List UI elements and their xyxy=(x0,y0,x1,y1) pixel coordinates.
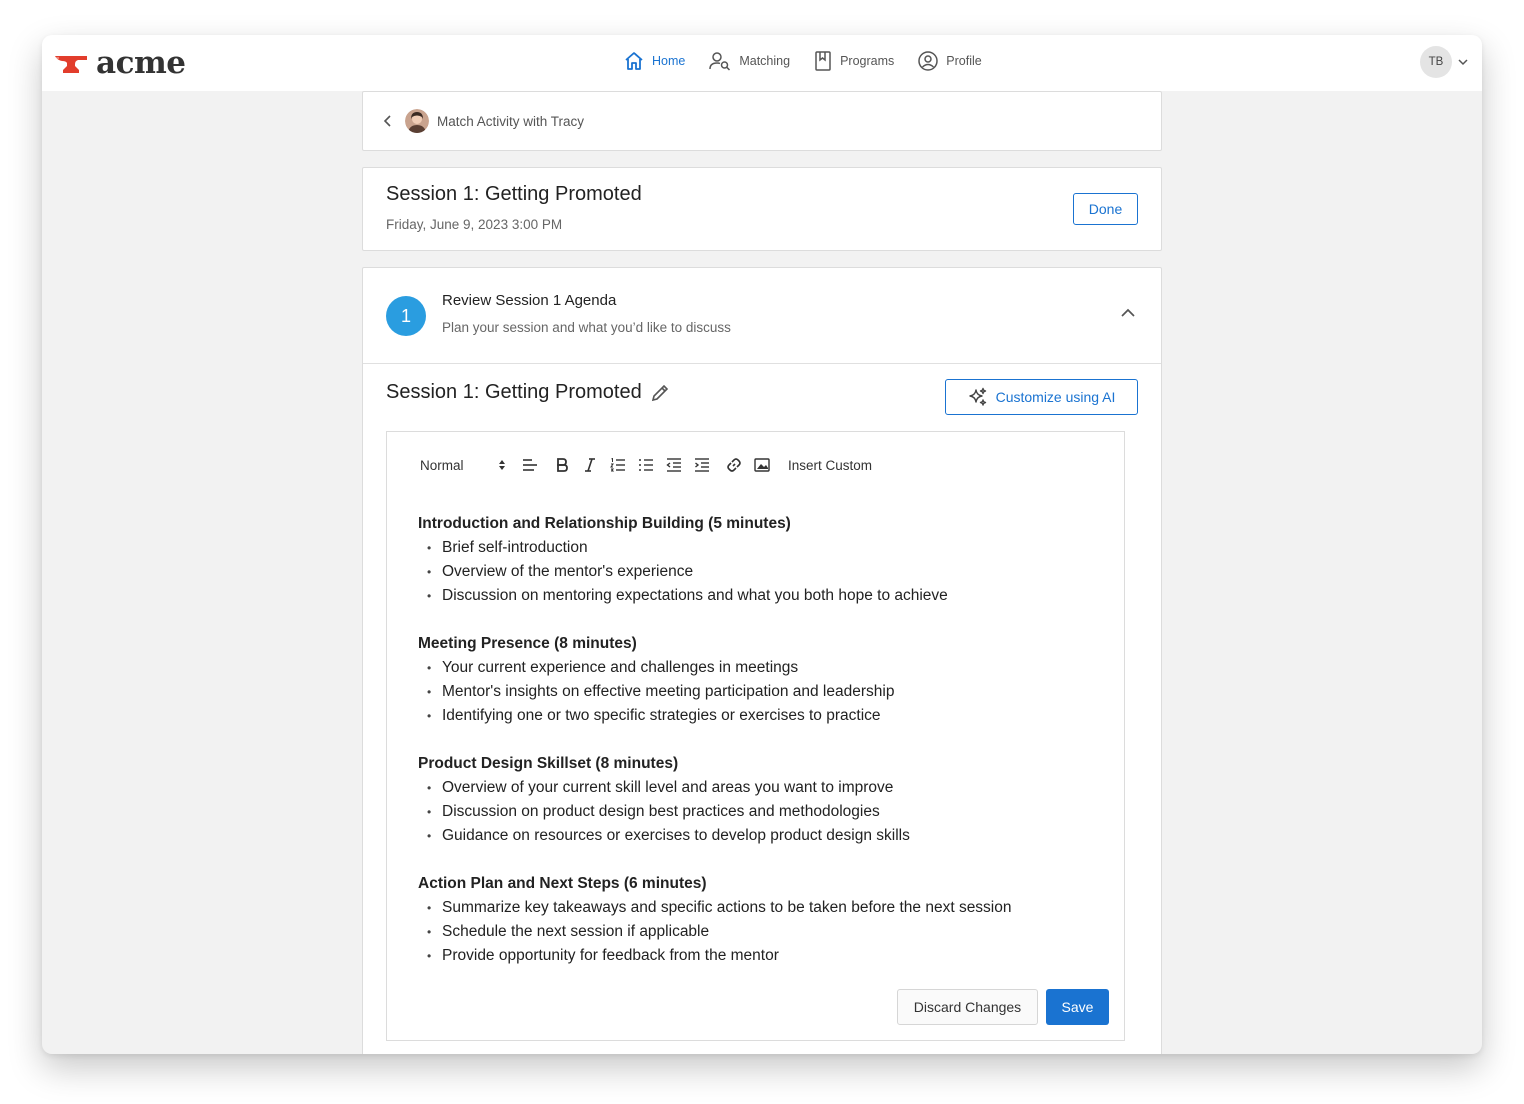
app-window: acme Home Matching Programs Profile TB M… xyxy=(42,35,1482,1054)
chevron-up-icon[interactable] xyxy=(1121,308,1135,318)
agenda-section: Meeting Presence (8 minutes) Your current… xyxy=(418,632,1108,728)
select-arrows-icon xyxy=(499,460,505,470)
format-select[interactable]: Normal xyxy=(420,458,510,473)
top-navigation-bar: acme Home Matching Programs Profile TB xyxy=(42,35,1482,91)
nav-label-home: Home xyxy=(652,54,686,68)
indent-icon xyxy=(695,458,709,472)
step-header[interactable]: 1 Review Session 1 Agenda Plan your sess… xyxy=(363,268,1161,364)
bullet-list-icon xyxy=(639,459,653,471)
image-icon xyxy=(754,458,770,472)
save-button[interactable]: Save xyxy=(1046,989,1109,1025)
agenda-bullet-item: Provide opportunity for feedback from th… xyxy=(418,944,1108,968)
editor-title-text: Session 1: Getting Promoted xyxy=(386,381,642,403)
chevron-left-icon xyxy=(383,115,391,127)
nav-item-matching[interactable]: Matching xyxy=(709,51,790,71)
agenda-bullet-list: Overview of your current skill level and… xyxy=(418,776,1108,848)
agenda-bullet-item: Identifying one or two specific strategi… xyxy=(418,704,1108,728)
agenda-bullet-list: Your current experience and challenges i… xyxy=(418,656,1108,728)
bookmark-icon xyxy=(815,51,831,71)
agenda-card: 1 Review Session 1 Agenda Plan your sess… xyxy=(362,267,1162,1054)
user-search-icon xyxy=(709,52,731,71)
home-icon xyxy=(625,52,643,70)
outdent-button[interactable] xyxy=(660,454,688,476)
customize-ai-button[interactable]: Customize using AI xyxy=(945,379,1138,415)
logo-text: acme xyxy=(96,45,186,81)
agenda-bullet-item: Your current experience and challenges i… xyxy=(418,656,1108,680)
italic-icon xyxy=(585,458,595,472)
acme-logo[interactable]: acme xyxy=(54,45,186,81)
anvil-logo-icon xyxy=(55,56,87,73)
ordered-list-icon xyxy=(610,458,625,472)
agenda-bullet-item: Guidance on resources or exercises to de… xyxy=(418,824,1108,848)
step-subtitle: Plan your session and what you’d like to… xyxy=(442,320,731,335)
back-button[interactable] xyxy=(383,115,393,127)
format-select-value: Normal xyxy=(420,457,464,473)
step-number-badge: 1 xyxy=(386,296,426,336)
agenda-bullet-item: Overview of your current skill level and… xyxy=(418,776,1108,800)
link-button[interactable] xyxy=(720,454,748,476)
agenda-bullet-item: Mentor's insights on effective meeting p… xyxy=(418,680,1108,704)
user-menu[interactable]: TB xyxy=(1420,46,1468,78)
agenda-section-heading: Introduction and Relationship Building (… xyxy=(418,515,791,532)
match-avatar-photo xyxy=(405,109,429,133)
indent-button[interactable] xyxy=(688,454,716,476)
bullet-list-button[interactable] xyxy=(632,454,660,476)
agenda-bullet-item: Schedule the next session if applicable xyxy=(418,920,1108,944)
editor-toolbar: Normal Insert Custom xyxy=(420,454,872,476)
customize-ai-label: Customize using AI xyxy=(995,389,1116,405)
agenda-section: Product Design Skillset (8 minutes) Overv… xyxy=(418,752,1108,848)
avatar[interactable]: TB xyxy=(1420,46,1452,78)
nav-label-matching: Matching xyxy=(739,54,791,68)
discard-changes-button[interactable]: Discard Changes xyxy=(897,989,1038,1025)
nav-label-programs: Programs xyxy=(840,54,895,68)
agenda-section: Introduction and Relationship Building (… xyxy=(418,512,1108,608)
agenda-bullet-item: Brief self-introduction xyxy=(418,536,1108,560)
rich-text-editor[interactable]: Normal Insert Custom Introduction and Re… xyxy=(386,431,1125,1041)
agenda-section-heading: Product Design Skillset (8 minutes) xyxy=(418,755,679,772)
editor-title: Session 1: Getting Promoted xyxy=(386,381,670,404)
pencil-icon[interactable] xyxy=(650,383,670,403)
session-header-card: Session 1: Getting Promoted Friday, June… xyxy=(362,167,1162,251)
done-button[interactable]: Done xyxy=(1073,193,1138,225)
ordered-list-button[interactable] xyxy=(604,454,632,476)
step-title: Review Session 1 Agenda xyxy=(442,292,617,309)
agenda-bullet-item: Summarize key takeaways and specific act… xyxy=(418,896,1108,920)
bold-button[interactable] xyxy=(548,454,576,476)
link-icon xyxy=(727,458,741,472)
main-nav: Home Matching Programs Profile xyxy=(624,51,1006,71)
align-left-button[interactable] xyxy=(516,454,544,476)
agenda-section: Action Plan and Next Steps (6 minutes) Su… xyxy=(418,872,1108,968)
insert-custom-button[interactable]: Insert Custom xyxy=(788,458,872,473)
sparkles-icon xyxy=(968,387,986,406)
session-title: Session 1: Getting Promoted xyxy=(386,183,642,205)
agenda-bullet-item: Discussion on product design best practi… xyxy=(418,800,1108,824)
italic-button[interactable] xyxy=(576,454,604,476)
outdent-icon xyxy=(666,458,681,472)
editor-content[interactable]: Introduction and Relationship Building (… xyxy=(418,512,1108,992)
nav-label-profile: Profile xyxy=(946,54,982,68)
nav-item-profile[interactable]: Profile xyxy=(918,51,982,71)
bold-icon xyxy=(557,458,568,472)
breadcrumb: Match Activity with Tracy xyxy=(362,91,1162,151)
nav-item-home[interactable]: Home xyxy=(624,51,685,71)
align-left-icon xyxy=(523,459,537,471)
user-circle-icon xyxy=(918,51,939,71)
nav-item-programs[interactable]: Programs xyxy=(814,51,894,71)
image-button[interactable] xyxy=(748,454,776,476)
agenda-section-heading: Action Plan and Next Steps (6 minutes) xyxy=(418,875,707,892)
agenda-bullet-list: Summarize key takeaways and specific act… xyxy=(418,896,1108,968)
agenda-bullet-item: Overview of the mentor's experience xyxy=(418,560,1108,584)
agenda-section-heading: Meeting Presence (8 minutes) xyxy=(418,635,637,652)
session-datetime: Friday, June 9, 2023 3:00 PM xyxy=(386,217,563,232)
agenda-bullet-item: Discussion on mentoring expectations and… xyxy=(418,584,1108,608)
chevron-down-icon xyxy=(1458,59,1468,66)
agenda-bullet-list: Brief self-introductionOverview of the m… xyxy=(418,536,1108,608)
breadcrumb-text[interactable]: Match Activity with Tracy xyxy=(437,114,584,129)
person-photo-icon xyxy=(405,109,429,133)
